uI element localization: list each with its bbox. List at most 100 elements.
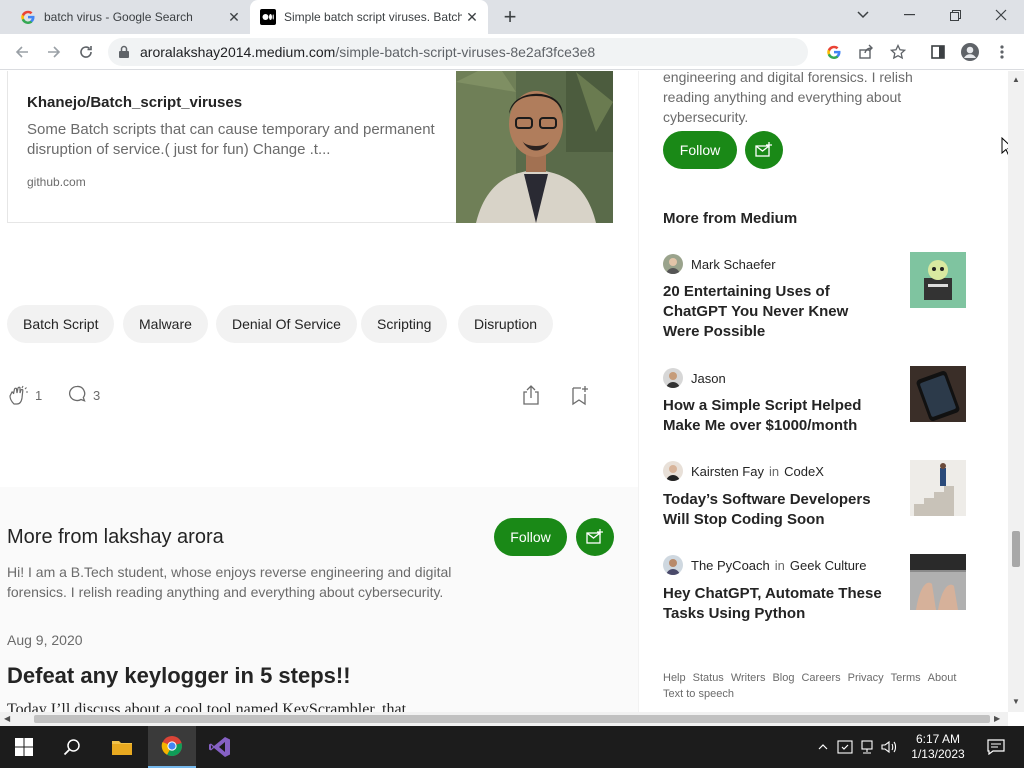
back-icon[interactable] [10, 40, 34, 64]
system-tray: 6:17 AM 1/13/2023 [812, 726, 1016, 768]
footer-link-blog[interactable]: Blog [772, 672, 794, 684]
scroll-right-arrow-icon[interactable]: ▶ [994, 714, 1000, 723]
more-from-medium-heading: More from Medium [663, 210, 798, 227]
chrome-taskbar-icon[interactable] [148, 726, 196, 768]
mouse-cursor-icon [1001, 136, 1008, 157]
taskbar-search-icon[interactable] [48, 726, 96, 768]
chrome-menu-icon[interactable] [990, 40, 1014, 64]
author-bio: Hi! I am a B.Tech student, whose enjoys … [7, 564, 452, 600]
profile-avatar-icon[interactable] [958, 40, 982, 64]
rec-author-row[interactable]: Mark Schaefer [663, 254, 776, 274]
tab-search-icon[interactable] [840, 0, 886, 30]
file-explorer-icon[interactable] [98, 726, 146, 768]
link-card-domain: github.com [27, 175, 86, 189]
scroll-down-arrow-icon[interactable]: ▼ [1012, 697, 1020, 706]
save-bookmark-icon[interactable] [569, 384, 589, 406]
more-from-author-section: More from lakshay arora Follow Hi! I am … [0, 487, 638, 712]
tab-google-search[interactable]: batch virus - Google Search ✕ [0, 0, 250, 34]
footer-link-status[interactable]: Status [693, 672, 724, 684]
minimize-button[interactable] [886, 0, 932, 30]
tab-title: Simple batch script viruses. Batch [284, 10, 462, 24]
rec-thumbnail[interactable] [910, 460, 966, 516]
rec-title[interactable]: 20 Entertaining Uses of ChatGPT You Neve… [663, 282, 883, 342]
rec-title[interactable]: Today’s Software Developers Will Stop Co… [663, 490, 883, 530]
scroll-left-arrow-icon[interactable]: ◀ [4, 714, 10, 723]
address-bar[interactable]: aroralakshay2014.medium.com/simple-batch… [108, 38, 808, 66]
sidebar-author-bio: engineering and digital forensics. I rel… [663, 71, 913, 125]
forward-icon[interactable] [42, 40, 66, 64]
link-preview-card[interactable]: Khanejo/Batch_script_viruses Some Batch … [7, 71, 613, 223]
security-shield-icon[interactable] [834, 740, 856, 754]
rec-author-row[interactable]: Kairsten Fay in CodeX [663, 461, 824, 481]
horizontal-scrollbar[interactable]: ◀ ▶ [0, 712, 1008, 726]
clock-time: 6:17 AM [915, 732, 961, 746]
tag-denial-of-service[interactable]: Denial Of Service [216, 305, 357, 343]
clap-button[interactable] [8, 384, 30, 406]
tag-malware[interactable]: Malware [123, 305, 208, 343]
footer-link-about[interactable]: About [928, 672, 957, 684]
page-viewport: Khanejo/Batch_script_viruses Some Batch … [0, 71, 1008, 712]
column-divider [638, 71, 639, 712]
reload-icon[interactable] [74, 40, 98, 64]
share-article-icon[interactable] [521, 384, 541, 406]
tag-batch-script[interactable]: Batch Script [7, 305, 115, 343]
vertical-scrollbar[interactable]: ▲ ▼ [1008, 71, 1024, 712]
url-host: aroralakshay2014.medium.com [140, 44, 336, 60]
rec-title[interactable]: Hey ChatGPT, Automate These Tasks Using … [663, 584, 883, 624]
close-window-button[interactable] [978, 0, 1024, 30]
restore-button[interactable] [932, 0, 978, 30]
volume-icon[interactable] [878, 740, 900, 754]
post-title[interactable]: Defeat any keylogger in 5 steps!! [7, 663, 351, 689]
rec-title[interactable]: How a Simple Script Helped Make Me over … [663, 396, 883, 436]
link-card-description: Some Batch scripts that can cause tempor… [27, 121, 435, 158]
rec-thumbnail[interactable] [910, 554, 966, 610]
sidebar-follow-button[interactable]: Follow [663, 131, 737, 169]
new-tab-button[interactable]: + [498, 4, 522, 29]
footer-link-help[interactable]: Help [663, 672, 686, 684]
comment-button[interactable] [67, 384, 87, 404]
rec-thumbnail[interactable] [910, 252, 966, 308]
footer-link-text-to-speech[interactable]: Text to speech [663, 688, 734, 700]
rec-author-name: Kairsten Fay [691, 463, 764, 479]
rec-in-word: in [774, 557, 785, 573]
rec-publication[interactable]: Geek Culture [790, 558, 867, 573]
link-card-title: Khanejo/Batch_script_viruses [27, 94, 243, 111]
rec-author-row[interactable]: Jason [663, 368, 726, 388]
subscribe-email-button[interactable] [576, 518, 614, 556]
author-avatar [663, 254, 683, 274]
footer-link-careers[interactable]: Careers [801, 672, 840, 684]
footer-link-privacy[interactable]: Privacy [848, 672, 884, 684]
share-icon[interactable] [854, 40, 878, 64]
rec-author-row[interactable]: The PyCoach in Geek Culture [663, 555, 866, 575]
comment-count: 3 [93, 388, 101, 403]
rec-author-name: The PyCoach [691, 557, 770, 573]
lock-icon[interactable] [108, 45, 140, 59]
tab-medium-article[interactable]: Simple batch script viruses. Batch ✕ [250, 0, 488, 34]
follow-button[interactable]: Follow [494, 518, 567, 556]
google-lens-icon[interactable] [822, 40, 846, 64]
network-icon[interactable] [856, 740, 878, 754]
rec-thumbnail[interactable] [910, 366, 966, 422]
footer-link-terms[interactable]: Terms [891, 672, 921, 684]
rec-publication[interactable]: CodeX [784, 464, 824, 479]
tag-scripting[interactable]: Scripting [361, 305, 448, 343]
sidebar-subscribe-button[interactable] [745, 131, 783, 169]
visual-studio-icon[interactable] [196, 726, 244, 768]
scroll-up-arrow-icon[interactable]: ▲ [1012, 75, 1020, 84]
clock[interactable]: 6:17 AM 1/13/2023 [904, 732, 972, 762]
windows-start-icon[interactable] [0, 726, 48, 768]
bookmark-star-icon[interactable] [886, 40, 910, 64]
close-tab-icon[interactable]: ✕ [224, 7, 244, 27]
google-g-icon [20, 9, 36, 25]
post-snippet: Today I’ll discuss about a cool tool nam… [7, 701, 407, 712]
rec-author-name: Mark Schaefer [691, 256, 776, 272]
author-avatar [663, 368, 683, 388]
horizontal-scroll-thumb[interactable] [34, 715, 990, 723]
vertical-scroll-thumb[interactable] [1012, 531, 1020, 567]
notifications-icon[interactable] [976, 739, 1016, 755]
close-tab-icon[interactable]: ✕ [462, 7, 482, 27]
tag-disruption[interactable]: Disruption [458, 305, 554, 343]
show-hidden-icons-chevron-icon[interactable] [812, 744, 834, 750]
footer-link-writers[interactable]: Writers [731, 672, 766, 684]
side-panel-icon[interactable] [926, 40, 950, 64]
